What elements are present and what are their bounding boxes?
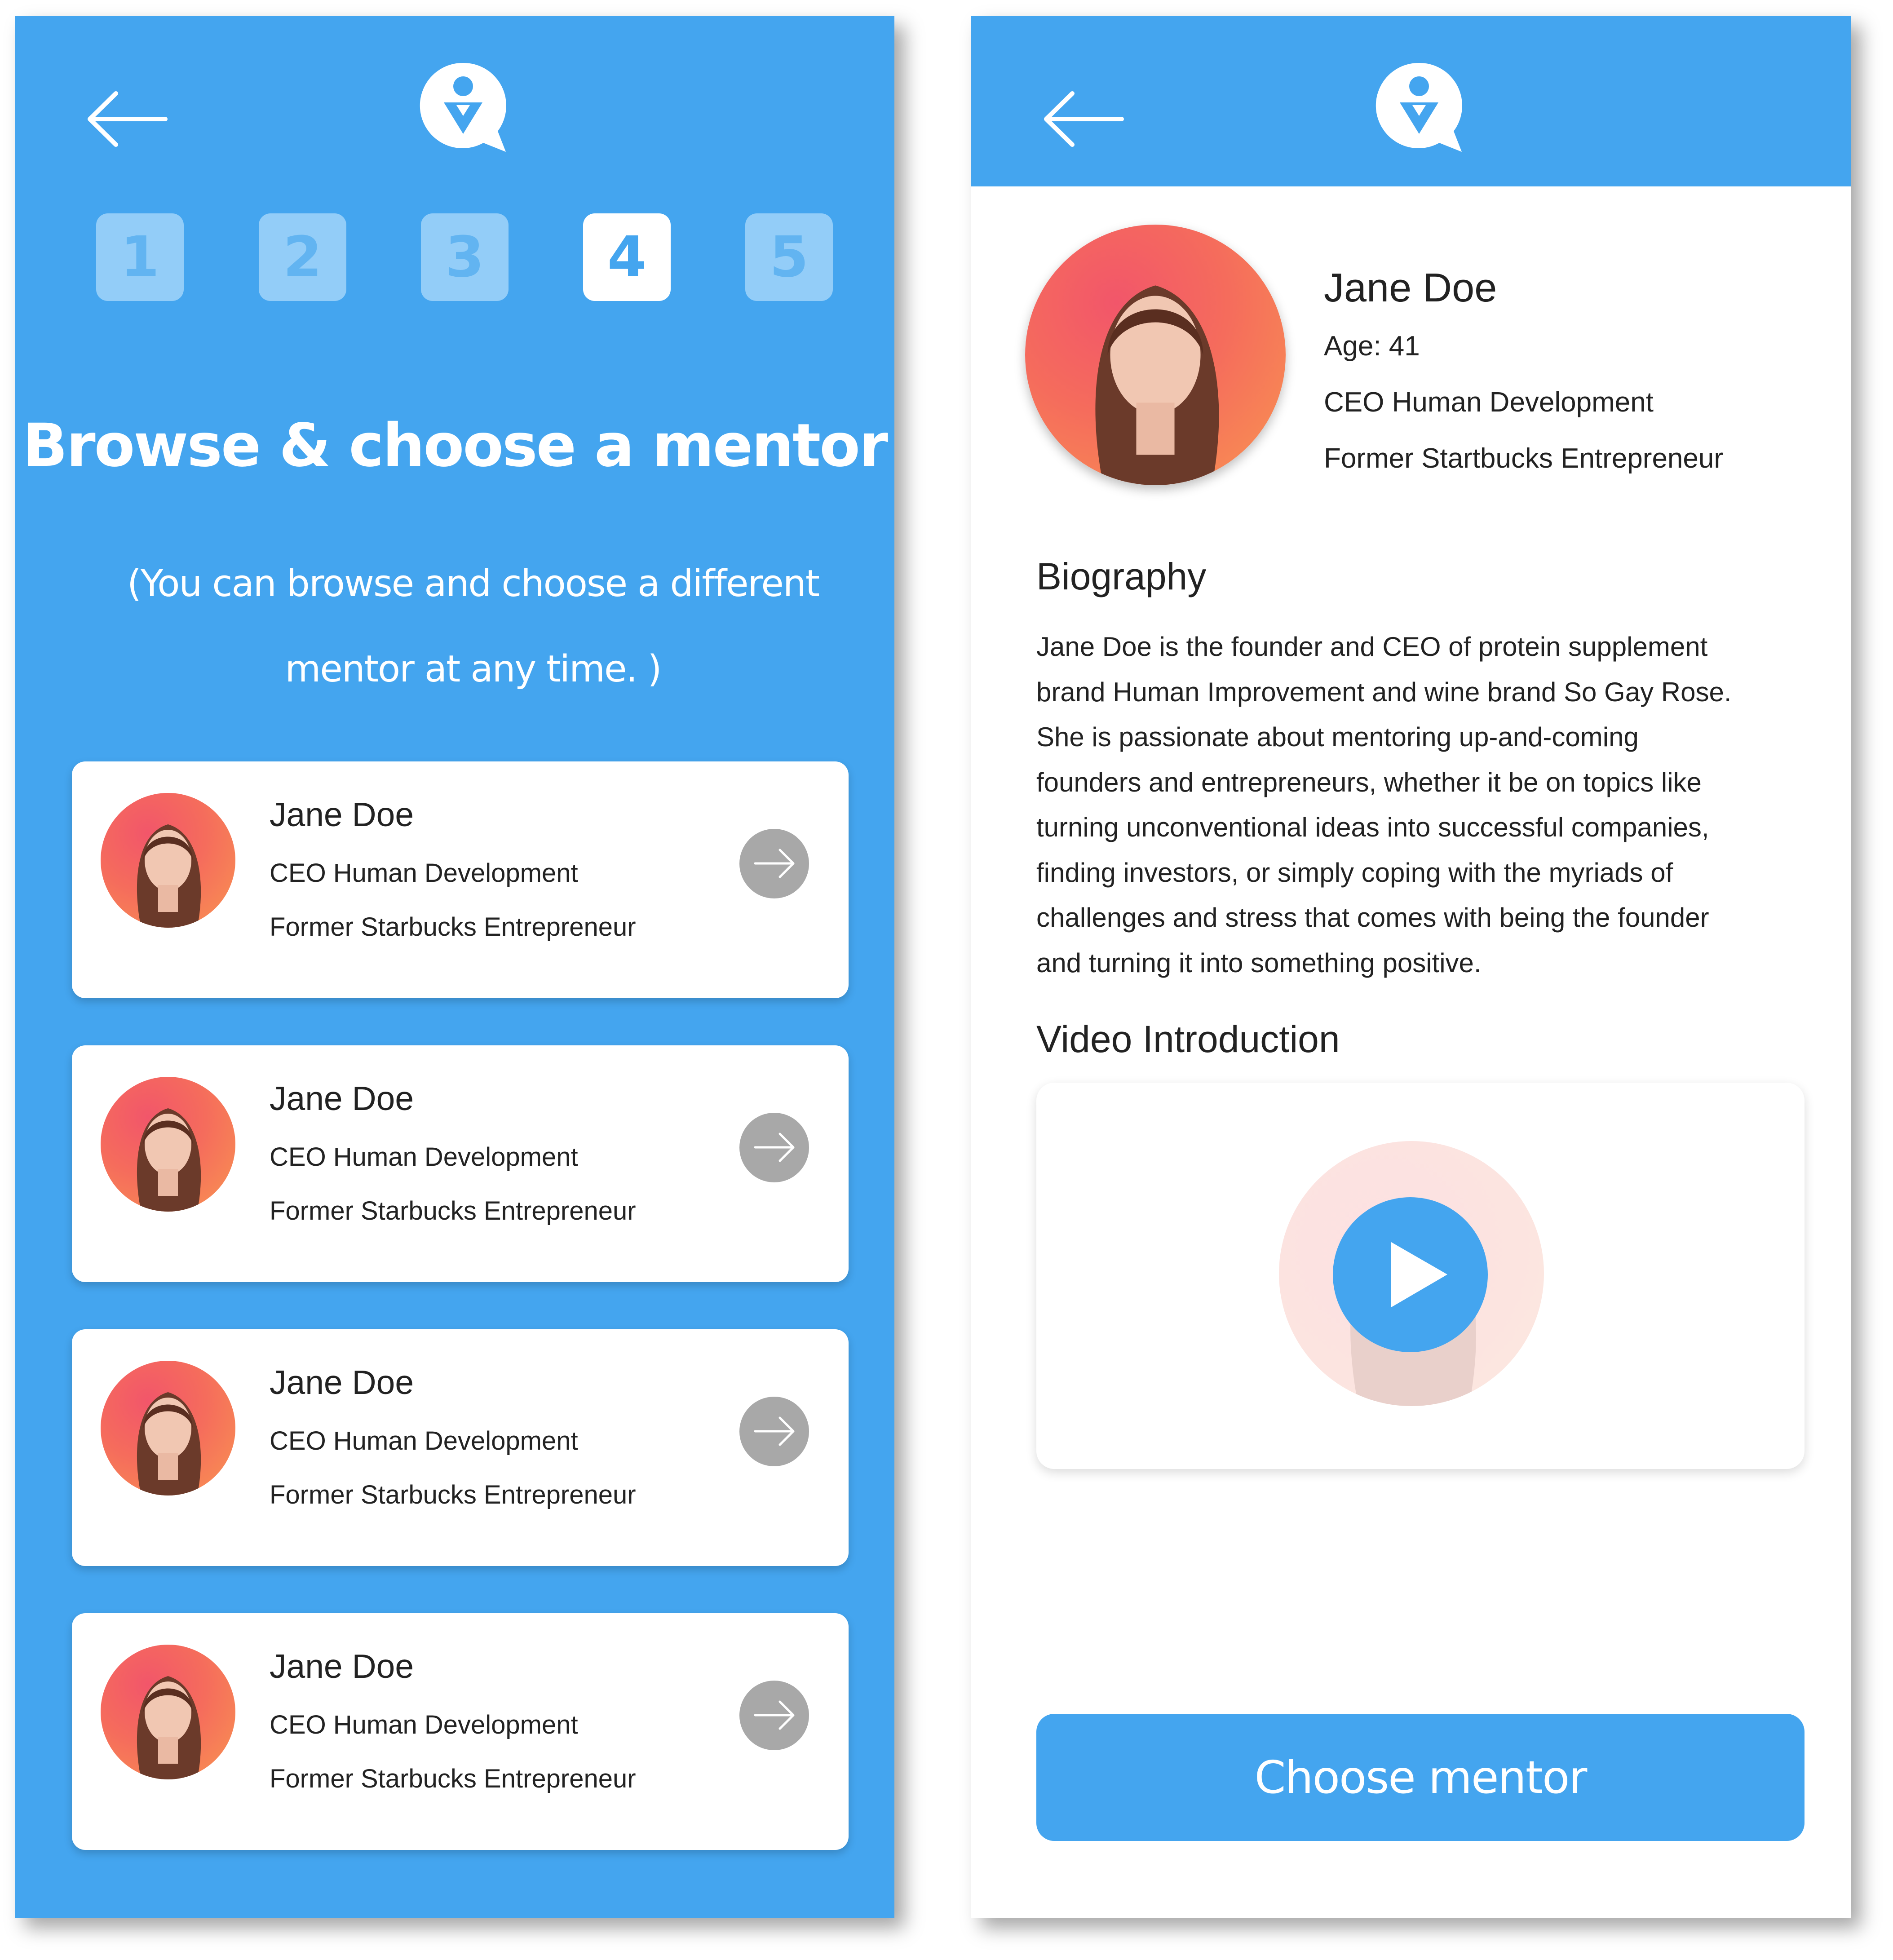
arrow-right-icon [754, 1416, 795, 1446]
arrow-right-icon [754, 1700, 795, 1730]
mentor-name: Jane Doe [270, 1363, 414, 1401]
step-1[interactable]: 1 [96, 213, 184, 301]
mentor-detail-screen: Jane Doe Age: 41 CEO Human Development F… [971, 16, 1851, 1918]
step-3[interactable]: 3 [421, 213, 509, 301]
play-icon [1391, 1242, 1447, 1307]
biography-line: Jane Doe is the founder and CEO of prote… [1036, 632, 1708, 662]
biography-line: founders and entrepreneurs, whether it b… [1036, 767, 1702, 797]
step-2[interactable]: 2 [259, 213, 346, 301]
mentor-avatar [101, 1361, 235, 1495]
mentor-former: Former Starbucks Entrepreneur [270, 1764, 636, 1793]
subtitle-line-1: (You can browse and choose a different [127, 562, 820, 605]
mentor-logo-icon [1376, 62, 1463, 152]
detail-header [971, 16, 1851, 186]
mentor-card[interactable]: Jane Doe CEO Human Development Former St… [72, 1613, 849, 1850]
view-mentor-button[interactable] [739, 1113, 809, 1182]
choose-mentor-button[interactable]: Choose mentor [1036, 1714, 1805, 1841]
step-4-active[interactable]: 4 [583, 213, 671, 301]
mentor-logo-icon [420, 62, 507, 152]
biography-line: She is passionate about mentoring up-and… [1036, 722, 1639, 752]
back-arrow-icon[interactable] [84, 90, 168, 148]
back-arrow-icon[interactable] [1041, 90, 1124, 148]
mentor-former: Former Startbucks Entrepreneur [1324, 443, 1724, 474]
biography-line: turning unconventional ideas into succes… [1036, 812, 1709, 842]
mentor-avatar [101, 1645, 235, 1779]
page-title: Browse & choose a mentor [22, 411, 888, 480]
view-mentor-button[interactable] [739, 829, 809, 898]
mentor-card[interactable]: Jane Doe CEO Human Development Former St… [72, 1329, 849, 1566]
mentor-role: CEO Human Development [270, 1710, 578, 1739]
mentor-list-screen: 1 2 3 4 5 Browse & choose a mentor (You … [15, 16, 894, 1918]
biography-line: brand Human Improvement and wine brand S… [1036, 677, 1732, 707]
mentor-name: Jane Doe [270, 1080, 414, 1117]
step-5[interactable]: 5 [745, 213, 833, 301]
mentor-name: Jane Doe [270, 1647, 414, 1685]
mentor-former: Former Starbucks Entrepreneur [270, 912, 636, 942]
mentor-role: CEO Human Development [270, 1426, 578, 1456]
mentor-name: Jane Doe [270, 796, 414, 833]
mentor-role: CEO Human Development [1324, 387, 1654, 418]
mentor-name: Jane Doe [1324, 265, 1497, 310]
mentor-card[interactable]: Jane Doe CEO Human Development Former St… [72, 761, 849, 998]
video-heading: Video Introduction [1036, 1018, 1340, 1060]
play-button[interactable] [1333, 1197, 1488, 1352]
mentor-age: Age: 41 [1324, 331, 1420, 362]
subtitle-line-2: mentor at any time. ) [285, 648, 662, 690]
biography-line: finding investors, or simply coping with… [1036, 857, 1673, 888]
biography-text: Jane Doe is the founder and CEO of prote… [1036, 624, 1791, 986]
arrow-right-icon [754, 1133, 795, 1162]
biography-line: and turning it into something positive. [1036, 947, 1482, 978]
mentor-former: Former Starbucks Entrepreneur [270, 1196, 636, 1226]
biography-line: challenges and stress that comes with be… [1036, 903, 1709, 933]
mentor-former: Former Starbucks Entrepreneur [270, 1480, 636, 1509]
view-mentor-button[interactable] [739, 1397, 809, 1466]
biography-heading: Biography [1036, 555, 1207, 597]
mentor-avatar [101, 1077, 235, 1212]
arrow-right-icon [754, 849, 795, 878]
video-player[interactable] [1036, 1083, 1805, 1469]
mentor-role: CEO Human Development [270, 1142, 578, 1172]
view-mentor-button[interactable] [739, 1681, 809, 1750]
mentor-role: CEO Human Development [270, 858, 578, 888]
mentor-profile-photo [1025, 225, 1286, 485]
page-subtitle: (You can browse and choose a different m… [69, 541, 877, 712]
mentor-card[interactable]: Jane Doe CEO Human Development Former St… [72, 1045, 849, 1282]
mentor-avatar [101, 793, 235, 928]
